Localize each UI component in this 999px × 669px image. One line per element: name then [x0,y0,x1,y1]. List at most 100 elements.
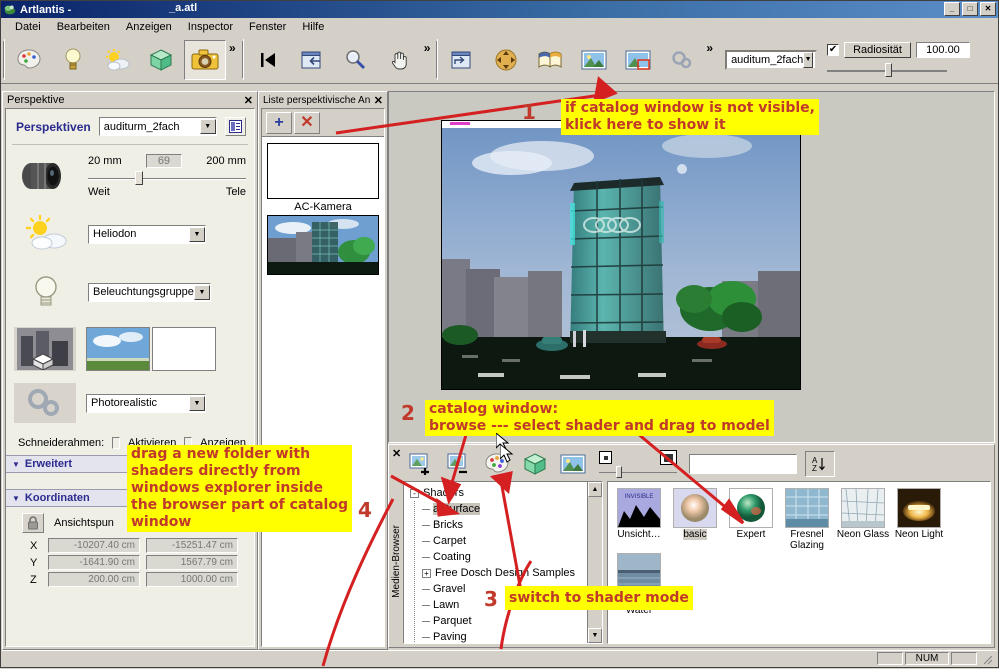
lens-slider[interactable] [88,171,246,185]
tree-node[interactable]: Carpet [408,533,587,549]
tree-node[interactable]: Paving [408,629,587,643]
fresnel-glazing-shader[interactable] [785,488,829,528]
radiosity-slider[interactable] [827,63,947,77]
list-item[interactable] [267,215,379,275]
shader-item[interactable]: Neon Light [892,488,946,551]
preview-image-button[interactable] [573,40,615,80]
resize-grip-icon[interactable] [981,653,993,665]
radiosity-checkbox[interactable]: ✔ [827,44,839,56]
sort-button[interactable]: A Z [805,451,835,477]
large-thumbs-icon[interactable] [660,450,677,465]
move-target-button[interactable] [485,40,527,80]
tree-node[interactable]: a Surface [408,501,587,517]
shader-item[interactable]: INVISIBLEUnsicht… [612,488,666,551]
catalog-search-input[interactable] [689,454,797,474]
shader-item[interactable]: Fresnel Glazing [780,488,834,551]
thumbnail-size-slider[interactable] [599,466,677,478]
menu-anzeigen[interactable]: Anzeigen [118,19,180,35]
remove-catalog-button[interactable] [441,449,477,479]
new-view-button[interactable] [291,40,333,80]
lens-value[interactable]: 69 [146,154,182,168]
expert-sphere-shader[interactable] [729,488,773,528]
basic-sphere-shader[interactable] [673,488,717,528]
minimize-button[interactable]: _ [944,2,960,16]
chevron-down-icon[interactable]: ▼ [189,396,205,411]
shader-item[interactable]: Expert [724,488,778,551]
pan-button[interactable] [379,40,421,80]
scroll-up-button[interactable]: ▲ [588,482,602,497]
menu-inspector[interactable]: Inspector [180,19,241,35]
tree-node[interactable]: Coating [408,549,587,565]
list-item[interactable] [267,143,379,199]
list-panel-close-icon[interactable]: ✕ [374,94,383,107]
menu-fenster[interactable]: Fenster [241,19,294,35]
heliodon-dropdown[interactable]: Heliodon ▼ [88,225,206,244]
heliodon-button[interactable] [96,40,138,80]
thumbnail-size-thumb[interactable] [616,466,622,478]
coord-z-viewpoint[interactable]: 200.00 cm [48,572,140,587]
coordinates-lock-button[interactable] [22,513,44,533]
render-mode-icon-cell[interactable] [14,383,76,423]
coord-y-target[interactable]: 1567.79 cm [146,555,238,570]
radiosity-value[interactable]: 100.00 [916,42,970,58]
delete-perspective-button[interactable]: ✕ [294,112,320,134]
shader-items-pane[interactable]: INVISIBLEUnsicht…basicExpertFresnel Glaz… [607,481,991,644]
expand-toggle-icon[interactable]: + [422,569,431,578]
coord-z-target[interactable]: 1000.00 cm [146,572,238,587]
go-to-start-button[interactable] [247,40,289,80]
menu-hilfe[interactable]: Hilfe [294,19,332,35]
small-thumbs-icon[interactable] [599,451,612,464]
perspective-list-button[interactable] [225,117,246,136]
chevron-down-icon[interactable]: ▼ [189,227,205,242]
rendered-image[interactable] [441,120,801,390]
clipping-activate-checkbox[interactable] [112,437,120,449]
media-browser-tab[interactable]: Medien-Browser [389,445,403,647]
coord-x-target[interactable]: -15251.47 cm [146,538,238,553]
perspective-selector[interactable]: auditum_2fach ▼ [725,50,817,70]
add-catalog-button[interactable] [403,449,439,479]
render-settings-button[interactable] [441,40,483,80]
perspective-panel-close-icon[interactable]: ✕ [244,94,253,107]
perspective-dropdown[interactable]: auditurm_2fach ▼ [99,117,217,136]
background-icon-cell[interactable] [14,327,76,371]
tree-node[interactable]: +Free Dosch Design Samples [408,565,587,581]
catalog-button[interactable] [529,40,571,80]
maximize-button[interactable]: □ [962,2,978,16]
scroll-down-button[interactable]: ▼ [588,628,602,643]
catalog-tree[interactable]: -Shadersa SurfaceBricksCarpetCoating+Fre… [404,482,587,643]
chevron-down-icon[interactable]: ▼ [200,119,216,134]
shader-item[interactable]: Neon Glass [836,488,890,551]
chevron-down-icon[interactable]: ▼ [803,52,813,68]
tree-node[interactable]: Bricks [408,517,587,533]
chevron-down-icon[interactable]: ▼ [194,285,210,300]
neon-light-shader[interactable] [897,488,941,528]
menu-bearbeiten[interactable]: Bearbeiten [49,19,118,35]
background-sky-thumbnail[interactable] [86,327,150,371]
close-button[interactable]: ✕ [980,2,996,16]
radiosity-slider-thumb[interactable] [885,63,892,77]
camera-button[interactable] [184,40,226,80]
menu-datei[interactable]: Datei [7,19,49,35]
gears-button[interactable] [661,40,703,80]
render-mode-dropdown[interactable]: Photorealistic ▼ [86,394,206,413]
object-mode-button[interactable] [517,449,553,479]
light-group-dropdown[interactable]: Beleuchtungsgruppe ▼ [88,283,211,302]
add-perspective-button[interactable]: + [266,112,292,134]
search-input-field[interactable] [690,455,796,473]
background-blank-thumbnail[interactable] [152,327,216,371]
render-image-button[interactable] [617,40,659,80]
render-viewport[interactable] [388,91,995,443]
collapse-toggle-icon[interactable]: - [410,489,419,498]
image-mode-button[interactable] [555,449,591,479]
tree-scrollbar[interactable]: ▲ ▼ [587,482,602,643]
radiosity-button[interactable]: Radiosität [844,42,911,58]
toolbar-group1-overflow[interactable]: » [229,41,236,55]
toolbar-group2-overflow[interactable]: » [424,41,431,55]
invisible-shader[interactable]: INVISIBLE [617,488,661,528]
shaders-palette-button[interactable] [8,40,50,80]
coord-x-viewpoint[interactable]: -10207.40 cm [48,538,140,553]
shader-item[interactable]: basic [668,488,722,551]
zoom-button[interactable] [335,40,377,80]
lights-button[interactable] [52,40,94,80]
coord-y-viewpoint[interactable]: -1641.90 cm [48,555,140,570]
